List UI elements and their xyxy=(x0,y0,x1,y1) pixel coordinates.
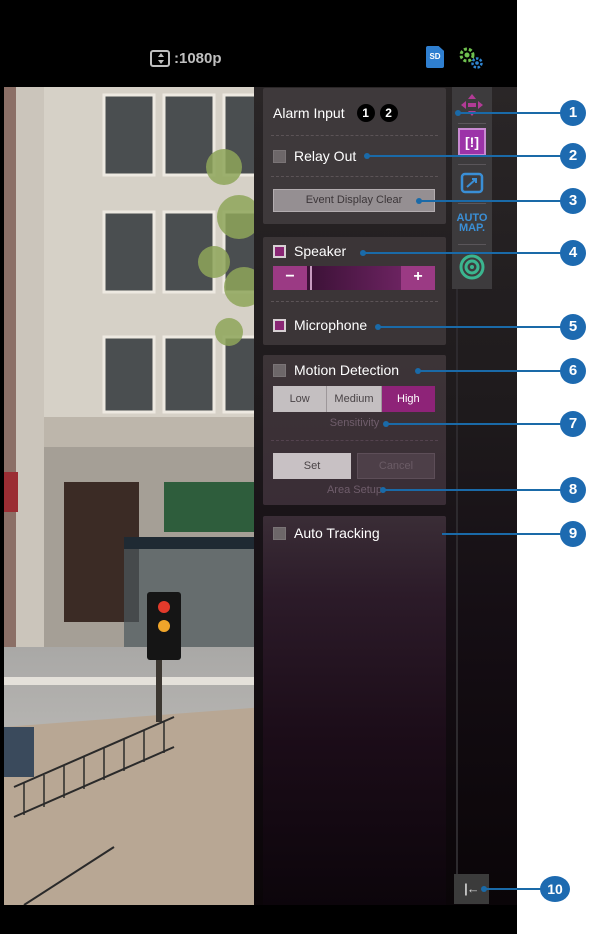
motion-detection-row[interactable]: Motion Detection xyxy=(273,362,399,378)
toolbar-divider xyxy=(458,123,486,124)
speaker-checkbox[interactable] xyxy=(273,244,286,258)
callout-number: 3 xyxy=(560,188,586,214)
alarm-input-label: Alarm Input xyxy=(273,105,345,121)
microphone-checkbox[interactable] xyxy=(273,318,286,332)
side-toolbar: [!] AUTO MAP. xyxy=(452,87,492,289)
auto-tracking-label: Auto Tracking xyxy=(294,525,380,541)
bottom-bar xyxy=(0,905,517,934)
sensitivity-low-option[interactable]: Low xyxy=(273,386,328,412)
relay-out-checkbox[interactable] xyxy=(273,149,286,163)
auto-map-icon[interactable]: AUTO MAP. xyxy=(456,207,488,239)
auto-tracking-checkbox[interactable] xyxy=(273,526,286,540)
speaker-volume-control: − + xyxy=(273,266,435,290)
divider xyxy=(271,301,438,302)
microphone-row[interactable]: Microphone xyxy=(273,317,367,333)
callout-number: 4 xyxy=(560,240,586,266)
settings-gear-icon[interactable] xyxy=(458,46,484,70)
relay-out-label: Relay Out xyxy=(294,148,357,164)
callout-number: 9 xyxy=(560,521,586,547)
auto-tracking-row[interactable]: Auto Tracking xyxy=(273,525,380,541)
sensitivity-high-option[interactable]: High xyxy=(381,386,435,412)
sensitivity-medium-option[interactable]: Medium xyxy=(327,386,382,412)
preset-zoom-icon[interactable] xyxy=(456,167,488,199)
camera-lens-icon[interactable] xyxy=(456,251,488,283)
divider xyxy=(271,176,438,177)
resolution-label: :1080p xyxy=(174,50,222,67)
motion-detection-card: Motion Detection Low Medium High Sensiti… xyxy=(263,355,446,505)
microphone-label: Microphone xyxy=(294,317,368,333)
resolution-indicator[interactable]: :1080p xyxy=(150,50,222,67)
speaker-row[interactable]: Speaker xyxy=(273,243,346,259)
alarm-input-1-badge[interactable]: 1 xyxy=(356,104,375,122)
toolbar-rail xyxy=(456,289,458,894)
callout-number: 1 xyxy=(560,100,586,126)
sensitivity-selector: Low Medium High xyxy=(273,386,435,412)
volume-slider-thumb[interactable] xyxy=(310,266,312,290)
divider xyxy=(271,135,438,136)
volume-increase-button[interactable]: + xyxy=(401,266,435,290)
auto-tracking-card: Auto Tracking xyxy=(263,516,446,906)
alarm-event-icon[interactable]: [!] xyxy=(456,126,488,158)
event-display-clear-button[interactable]: Event Display Clear xyxy=(273,189,435,212)
alarm-input-2-badge[interactable]: 2 xyxy=(379,104,398,122)
divider xyxy=(271,440,438,441)
camera-viewer-app: :1080p SD Alarm Input 1 2 Relay Out Even… xyxy=(0,0,517,934)
sd-card-icon[interactable]: SD xyxy=(426,46,444,68)
callout-number: 8 xyxy=(560,477,586,503)
toolbar-divider xyxy=(458,244,486,245)
relay-out-row[interactable]: Relay Out xyxy=(273,148,356,164)
callout-number: 10 xyxy=(540,876,570,902)
speaker-label: Speaker xyxy=(294,243,347,259)
callout-number: 2 xyxy=(560,143,586,169)
motion-detection-checkbox[interactable] xyxy=(273,363,286,377)
ptz-move-icon[interactable] xyxy=(456,89,488,121)
toolbar-divider xyxy=(458,164,486,165)
motion-detection-label: Motion Detection xyxy=(294,362,400,378)
toolbar-divider xyxy=(458,203,486,204)
area-cancel-button[interactable]: Cancel xyxy=(357,453,435,479)
callout-number: 5 xyxy=(560,314,586,340)
top-bar: :1080p SD xyxy=(0,0,517,85)
resolution-icon xyxy=(150,50,170,67)
volume-slider-track[interactable] xyxy=(307,266,401,290)
alarm-input-row: Alarm Input 1 2 xyxy=(273,104,398,122)
volume-decrease-button[interactable]: − xyxy=(273,266,307,290)
callout-number: 6 xyxy=(560,358,586,384)
area-set-button[interactable]: Set xyxy=(273,453,351,479)
callout-number: 7 xyxy=(560,411,586,437)
